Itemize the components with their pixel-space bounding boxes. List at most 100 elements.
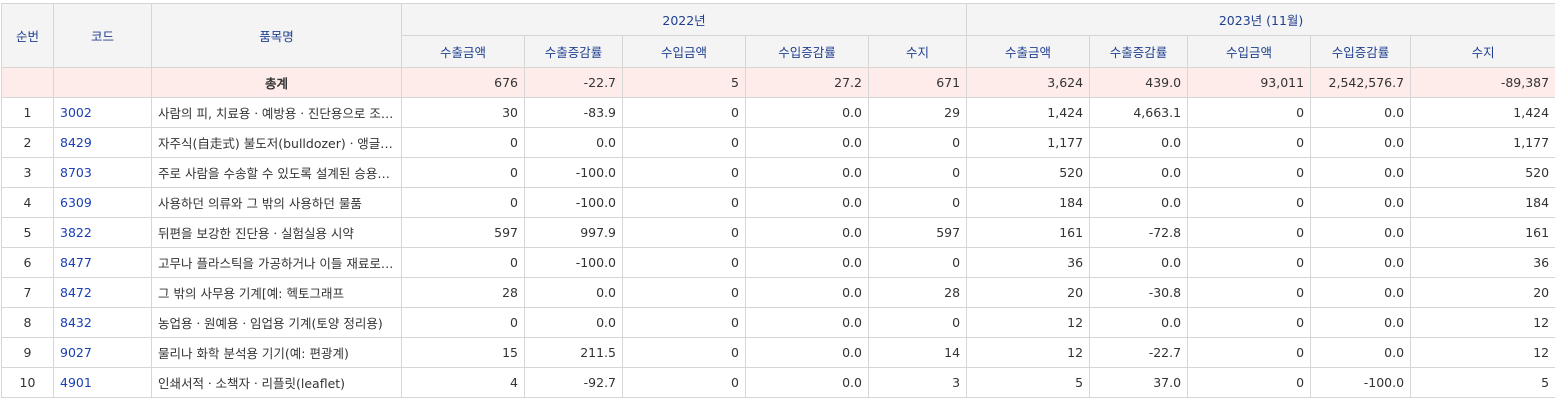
row-item-name: 뒤편을 보강한 진단용ㆍ실험실용 시약: [152, 218, 402, 248]
header-code[interactable]: 코드: [54, 4, 152, 68]
row-export-change-2022: 0.0: [525, 278, 623, 308]
total-export-change-2023: 439.0: [1090, 68, 1188, 98]
row-balance-2022: 0: [869, 188, 967, 218]
row-rank: 3: [2, 158, 54, 188]
row-rank: 10: [2, 368, 54, 398]
row-export-amount-2022: 15: [402, 338, 525, 368]
row-import-amount-2022: 0: [623, 218, 746, 248]
header-export-amount-2022[interactable]: 수출금액: [402, 36, 525, 68]
row-export-amount-2022: 30: [402, 98, 525, 128]
header-import-change-2022[interactable]: 수입증감률: [746, 36, 869, 68]
row-balance-2022: 14: [869, 338, 967, 368]
row-balance-2022: 29: [869, 98, 967, 128]
row-import-change-2022: 0.0: [746, 338, 869, 368]
header-period-2022: 2022년: [402, 4, 967, 36]
row-import-amount-2023: 0: [1188, 338, 1311, 368]
row-import-amount-2023: 0: [1188, 248, 1311, 278]
row-export-change-2023: 0.0: [1090, 128, 1188, 158]
row-rank: 8: [2, 308, 54, 338]
row-rank: 1: [2, 98, 54, 128]
row-item-name: 인쇄서적ㆍ소책자ㆍ리플릿(leaflet): [152, 368, 402, 398]
row-import-change-2023: 0.0: [1311, 248, 1411, 278]
row-code-link[interactable]: 4901: [54, 368, 152, 398]
total-import-change-2023: 2,542,576.7: [1311, 68, 1411, 98]
row-balance-2022: 0: [869, 158, 967, 188]
row-code-link[interactable]: 3822: [54, 218, 152, 248]
row-export-change-2023: -22.7: [1090, 338, 1188, 368]
row-export-amount-2023: 12: [967, 338, 1090, 368]
row-export-change-2023: 4,663.1: [1090, 98, 1188, 128]
header-rank[interactable]: 순번: [2, 4, 54, 68]
row-balance-2022: 0: [869, 248, 967, 278]
row-import-amount-2022: 0: [623, 278, 746, 308]
table-row: 38703주로 사람을 수송할 수 있도록 설계된 승용자동차0-100.000…: [2, 158, 1555, 188]
total-export-amount-2023: 3,624: [967, 68, 1090, 98]
header-item-name[interactable]: 품목명: [152, 4, 402, 68]
header-import-amount-2022[interactable]: 수입금액: [623, 36, 746, 68]
row-code-link[interactable]: 8703: [54, 158, 152, 188]
row-rank: 6: [2, 248, 54, 278]
row-export-change-2023: -30.8: [1090, 278, 1188, 308]
row-export-amount-2022: 28: [402, 278, 525, 308]
header-balance-2023[interactable]: 수지: [1411, 36, 1555, 68]
row-import-change-2022: 0.0: [746, 368, 869, 398]
row-balance-2023: 1,424: [1411, 98, 1555, 128]
table-row: 88432농업용ㆍ원예용ㆍ임업용 기계(토양 정리용)00.000.00120.…: [2, 308, 1555, 338]
row-import-amount-2022: 0: [623, 368, 746, 398]
row-code-link[interactable]: 9027: [54, 338, 152, 368]
row-code-link[interactable]: 6309: [54, 188, 152, 218]
row-rank: 4: [2, 188, 54, 218]
total-balance-2022: 671: [869, 68, 967, 98]
row-code-link[interactable]: 8477: [54, 248, 152, 278]
total-rank-cell: [2, 68, 54, 98]
row-rank: 9: [2, 338, 54, 368]
header-balance-2022[interactable]: 수지: [869, 36, 967, 68]
row-import-change-2023: 0.0: [1311, 278, 1411, 308]
row-item-name: 물리나 화학 분석용 기기(예: 편광계): [152, 338, 402, 368]
row-export-change-2022: -100.0: [525, 248, 623, 278]
row-item-name: 사람의 피, 치료용ㆍ예방용ㆍ진단용으로 조제한 동물의 피: [152, 98, 402, 128]
row-export-change-2022: -100.0: [525, 188, 623, 218]
total-label: 총계: [152, 68, 402, 98]
row-import-amount-2022: 0: [623, 338, 746, 368]
total-import-amount-2023: 93,011: [1188, 68, 1311, 98]
row-code-link[interactable]: 8429: [54, 128, 152, 158]
row-export-change-2023: 0.0: [1090, 248, 1188, 278]
row-code-link[interactable]: 3002: [54, 98, 152, 128]
row-export-change-2023: 0.0: [1090, 158, 1188, 188]
row-export-amount-2022: 0: [402, 128, 525, 158]
row-export-change-2022: -92.7: [525, 368, 623, 398]
row-import-change-2022: 0.0: [746, 218, 869, 248]
row-import-change-2023: 0.0: [1311, 188, 1411, 218]
header-export-change-2023[interactable]: 수출증감률: [1090, 36, 1188, 68]
row-import-change-2023: 0.0: [1311, 128, 1411, 158]
row-balance-2023: 520: [1411, 158, 1555, 188]
row-balance-2023: 20: [1411, 278, 1555, 308]
row-balance-2023: 36: [1411, 248, 1555, 278]
row-export-change-2023: -72.8: [1090, 218, 1188, 248]
row-import-amount-2023: 0: [1188, 158, 1311, 188]
row-import-amount-2023: 0: [1188, 188, 1311, 218]
total-row: 총계 676 -22.7 5 27.2 671 3,624 439.0 93,0…: [2, 68, 1555, 98]
row-rank: 5: [2, 218, 54, 248]
total-import-change-2022: 27.2: [746, 68, 869, 98]
header-export-amount-2023[interactable]: 수출금액: [967, 36, 1090, 68]
row-export-amount-2023: 36: [967, 248, 1090, 278]
row-import-change-2023: -100.0: [1311, 368, 1411, 398]
row-export-amount-2023: 161: [967, 218, 1090, 248]
row-export-change-2023: 0.0: [1090, 308, 1188, 338]
row-export-amount-2022: 597: [402, 218, 525, 248]
row-code-link[interactable]: 8472: [54, 278, 152, 308]
header-import-change-2023[interactable]: 수입증감률: [1311, 36, 1411, 68]
table-row: 78472그 밖의 사무용 기계[예: 헥토그래프280.000.02820-3…: [2, 278, 1555, 308]
row-code-link[interactable]: 8432: [54, 308, 152, 338]
row-item-name: 그 밖의 사무용 기계[예: 헥토그래프: [152, 278, 402, 308]
header-export-change-2022[interactable]: 수출증감률: [525, 36, 623, 68]
row-export-change-2022: 0.0: [525, 128, 623, 158]
row-import-change-2023: 0.0: [1311, 308, 1411, 338]
row-import-amount-2022: 0: [623, 98, 746, 128]
row-export-amount-2023: 12: [967, 308, 1090, 338]
row-export-change-2022: -83.9: [525, 98, 623, 128]
row-export-change-2022: 211.5: [525, 338, 623, 368]
header-import-amount-2023[interactable]: 수입금액: [1188, 36, 1311, 68]
